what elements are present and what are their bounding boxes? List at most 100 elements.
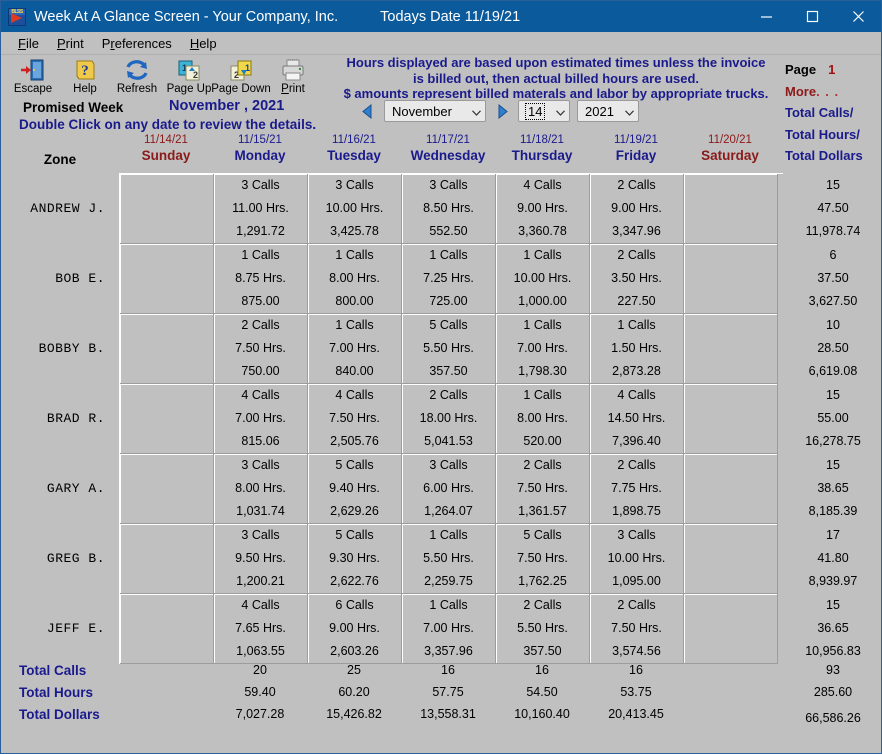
schedule-cell[interactable]	[120, 314, 214, 384]
cell-hours: 6.00 Hrs.	[423, 477, 474, 500]
schedule-cell[interactable]: 5 Calls9.30 Hrs.2,622.76	[308, 524, 402, 594]
row-total-dollars: 8,939.97	[809, 570, 858, 593]
schedule-cell[interactable]: 4 Calls7.65 Hrs.1,063.55	[214, 594, 308, 664]
previous-month-icon[interactable]	[359, 102, 377, 120]
row-total-calls: 10	[826, 314, 840, 337]
schedule-cell[interactable]: 1 Calls7.00 Hrs.3,357.96	[402, 594, 496, 664]
schedule-cell[interactable]	[120, 594, 214, 664]
schedule-cell[interactable]	[684, 524, 778, 594]
schedule-cell[interactable]: 2 Calls18.00 Hrs.5,041.53	[402, 384, 496, 454]
help-button-label: Help	[73, 83, 97, 95]
schedule-cell[interactable]	[684, 244, 778, 314]
page-down-icon: 2 1	[228, 57, 254, 83]
schedule-cell[interactable]	[684, 594, 778, 664]
cell-calls: 2 Calls	[429, 384, 467, 407]
cell-dollars: 1,095.00	[612, 570, 661, 593]
cell-hours: 9.50 Hrs.	[235, 547, 286, 570]
schedule-cell[interactable]	[120, 384, 214, 454]
schedule-cell[interactable]: 5 Calls9.40 Hrs.2,629.26	[308, 454, 402, 524]
schedule-cell[interactable]: 1 Calls8.00 Hrs.800.00	[308, 244, 402, 314]
column-day-name: Saturday	[683, 147, 777, 164]
close-icon[interactable]	[835, 1, 881, 32]
menu-item-file[interactable]: File	[9, 35, 48, 52]
menu-bar: File Print Preferences Help	[1, 32, 881, 55]
cell-calls: 3 Calls	[429, 454, 467, 477]
menu-item-help[interactable]: Help	[181, 35, 226, 52]
menu-item-preferences[interactable]: Preferences	[93, 35, 181, 52]
month-select[interactable]: November	[384, 100, 486, 122]
schedule-cell[interactable]: 2 Calls7.75 Hrs.1,898.75	[590, 454, 684, 524]
row-total-hours: 55.00	[817, 407, 848, 430]
schedule-cell[interactable]: 3 Calls10.00 Hrs.3,425.78	[308, 174, 402, 244]
cell-dollars: 2,629.26	[330, 500, 379, 523]
print-button[interactable]: Print	[267, 55, 319, 95]
header-note-line1: Hours displayed are based upon estimated…	[331, 55, 781, 71]
schedule-cell[interactable]: 1 Calls7.00 Hrs.840.00	[308, 314, 402, 384]
schedule-cell[interactable]: 2 Calls9.00 Hrs.3,347.96	[590, 174, 684, 244]
schedule-cell[interactable]: 3 Calls10.00 Hrs.1,095.00	[590, 524, 684, 594]
schedule-cell[interactable]: 3 Calls6.00 Hrs.1,264.07	[402, 454, 496, 524]
cell-dollars: 552.50	[429, 220, 467, 243]
schedule-cell[interactable]: 1 Calls8.75 Hrs.875.00	[214, 244, 308, 314]
schedule-cell[interactable]: 1 Calls7.00 Hrs.1,798.30	[496, 314, 590, 384]
schedule-cell[interactable]: 2 Calls7.50 Hrs.3,574.56	[590, 594, 684, 664]
refresh-button[interactable]: Refresh	[111, 55, 163, 95]
cell-calls: 4 Calls	[241, 384, 279, 407]
table-row: 1 Calls8.75 Hrs.875.001 Calls8.00 Hrs.80…	[120, 244, 783, 314]
schedule-cell[interactable]: 1 Calls5.50 Hrs.2,259.75	[402, 524, 496, 594]
schedule-cell[interactable]: 5 Calls7.50 Hrs.1,762.25	[496, 524, 590, 594]
schedule-cell[interactable]	[684, 454, 778, 524]
schedule-cell[interactable]: 3 Calls11.00 Hrs.1,291.72	[214, 174, 308, 244]
schedule-cell[interactable]: 2 Calls7.50 Hrs.750.00	[214, 314, 308, 384]
schedule-cell[interactable]: 3 Calls9.50 Hrs.1,200.21	[214, 524, 308, 594]
schedule-cell[interactable]: 2 Calls3.50 Hrs.227.50	[590, 244, 684, 314]
cell-dollars: 520.00	[523, 430, 561, 453]
page-up-button[interactable]: 1 2 Page Up	[163, 55, 215, 95]
schedule-cell[interactable]	[120, 174, 214, 244]
help-button[interactable]: ? Help	[59, 55, 111, 95]
schedule-cell[interactable]	[684, 384, 778, 454]
footer-grand-total: 66,586.26	[785, 711, 881, 725]
schedule-cell[interactable]	[120, 524, 214, 594]
schedule-cell[interactable]	[684, 314, 778, 384]
schedule-cell[interactable]: 2 Calls5.50 Hrs.357.50	[496, 594, 590, 664]
more-link[interactable]: More. . .	[785, 81, 881, 103]
schedule-cell[interactable]: 6 Calls9.00 Hrs.2,603.26	[308, 594, 402, 664]
page-down-button[interactable]: 2 1 Page Down	[215, 55, 267, 95]
day-select[interactable]: 14	[518, 100, 570, 122]
row-total-calls: 15	[826, 174, 840, 197]
schedule-cell[interactable]	[684, 174, 778, 244]
schedule-cell[interactable]: 5 Calls5.50 Hrs.357.50	[402, 314, 496, 384]
schedule-cell[interactable]: 4 Calls7.50 Hrs.2,505.76	[308, 384, 402, 454]
row-total-dollars: 6,619.08	[809, 360, 858, 383]
minimize-icon[interactable]	[743, 1, 789, 32]
schedule-cell[interactable]: 4 Calls7.00 Hrs.815.06	[214, 384, 308, 454]
schedule-cell[interactable]	[120, 454, 214, 524]
escape-button[interactable]: Escape	[7, 55, 59, 95]
schedule-cell[interactable]: 4 Calls9.00 Hrs.3,360.78	[496, 174, 590, 244]
cell-calls: 2 Calls	[523, 454, 561, 477]
year-select[interactable]: 2021	[577, 100, 639, 122]
schedule-cell[interactable]: 1 Calls10.00 Hrs.1,000.00	[496, 244, 590, 314]
cell-hours: 5.50 Hrs.	[423, 547, 474, 570]
footer-total-value: 16	[495, 663, 589, 677]
footer-total-value: 13,558.31	[401, 707, 495, 721]
cell-calls: 6 Calls	[335, 594, 373, 617]
cell-dollars: 2,622.76	[330, 570, 379, 593]
schedule-cell[interactable]: 1 Calls7.25 Hrs.725.00	[402, 244, 496, 314]
schedule-cell[interactable]: 2 Calls7.50 Hrs.1,361.57	[496, 454, 590, 524]
menu-item-print[interactable]: Print	[48, 35, 93, 52]
column-date: 11/19/21	[589, 133, 683, 147]
next-month-icon[interactable]	[493, 102, 511, 120]
footer-total-value: 53.75	[589, 685, 683, 699]
cell-dollars: 2,603.26	[330, 640, 379, 663]
schedule-cell[interactable]: 1 Calls8.00 Hrs.520.00	[496, 384, 590, 454]
schedule-cell[interactable]: 3 Calls8.00 Hrs.1,031.74	[214, 454, 308, 524]
maximize-icon[interactable]	[789, 1, 835, 32]
footer-total-value: 60.20	[307, 685, 401, 699]
schedule-cell[interactable]: 1 Calls1.50 Hrs.2,873.28	[590, 314, 684, 384]
column-date: 11/20/21	[683, 133, 777, 147]
schedule-cell[interactable]: 4 Calls14.50 Hrs.7,396.40	[590, 384, 684, 454]
schedule-cell[interactable]: 3 Calls8.50 Hrs.552.50	[402, 174, 496, 244]
schedule-cell[interactable]	[120, 244, 214, 314]
